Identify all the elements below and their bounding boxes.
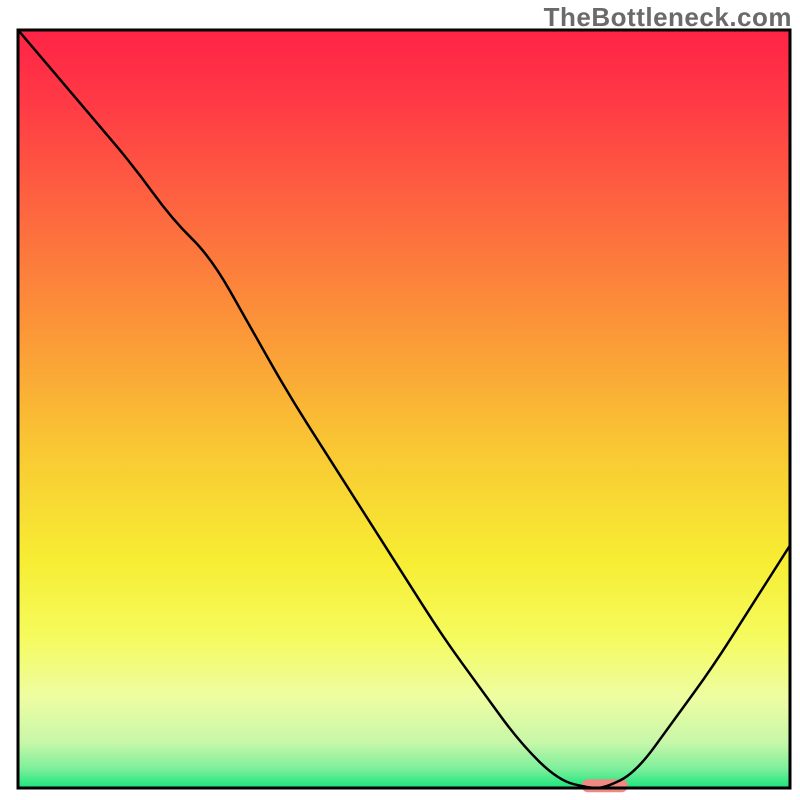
gradient-background [18,30,790,788]
plot-area [18,30,790,792]
chart-figure: TheBottleneck.com [0,0,800,800]
chart-svg [0,0,800,800]
watermark-text: TheBottleneck.com [544,2,792,33]
